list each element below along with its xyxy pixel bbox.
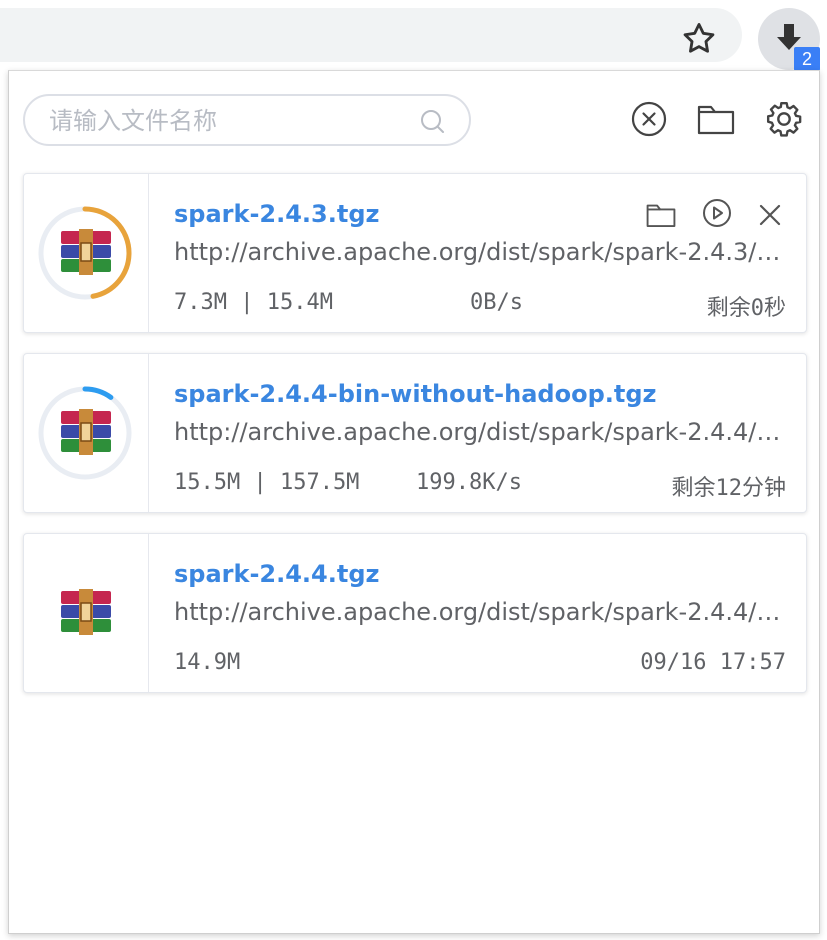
download-url: http://archive.apache.org/dist/spark/spa… (174, 238, 786, 266)
download-filename[interactable]: spark-2.4.4.tgz (174, 560, 380, 588)
archive-icon (61, 589, 111, 635)
archive-icon (61, 409, 111, 455)
folder-icon[interactable] (646, 202, 676, 228)
settings-icon[interactable] (765, 100, 803, 138)
download-progress-area (24, 354, 149, 512)
download-status: 剩余12分钟 (671, 476, 787, 501)
folder-icon[interactable] (697, 103, 735, 135)
star-icon (683, 23, 715, 53)
browser-toolbar: 2 (0, 0, 827, 71)
download-item[interactable]: spark-2.4.3.tgz http://archive.apache.or… (23, 173, 807, 333)
play-icon[interactable] (702, 198, 732, 228)
address-bar[interactable] (0, 8, 742, 62)
download-progress-area (24, 174, 149, 332)
download-actions (646, 198, 783, 233)
download-status: 剩余0秒 (706, 296, 786, 321)
download-url: http://archive.apache.org/dist/spark/spa… (174, 418, 786, 446)
download-progress-area (24, 534, 149, 692)
download-url: http://archive.apache.org/dist/spark/spa… (174, 598, 786, 626)
download-speed: 0B/s (470, 290, 523, 315)
download-completed-time: 09/16 17:57 (640, 650, 786, 675)
search-input[interactable] (47, 104, 411, 138)
close-icon[interactable] (757, 202, 783, 228)
download-speed: 199.8K/s (416, 470, 522, 495)
download-size: 14.9M (174, 650, 241, 675)
downloads-popup: spark-2.4.3.tgz http://archive.apache.or… (8, 70, 820, 934)
search-icon[interactable] (419, 108, 447, 136)
download-item[interactable]: spark-2.4.4-bin-without-hadoop.tgz http:… (23, 353, 807, 513)
bookmark-star-button[interactable] (680, 20, 718, 58)
download-count-badge: 2 (794, 47, 820, 71)
download-size: 7.3M | 15.4M (174, 290, 333, 315)
download-item[interactable]: spark-2.4.4.tgz http://archive.apache.or… (23, 533, 807, 693)
search-box[interactable] (23, 94, 471, 146)
archive-icon (61, 229, 111, 275)
download-size: 15.5M | 157.5M (174, 470, 360, 495)
download-filename[interactable]: spark-2.4.3.tgz (174, 200, 380, 228)
download-filename[interactable]: spark-2.4.4-bin-without-hadoop.tgz (174, 380, 656, 408)
clear-all-icon[interactable] (631, 101, 667, 137)
